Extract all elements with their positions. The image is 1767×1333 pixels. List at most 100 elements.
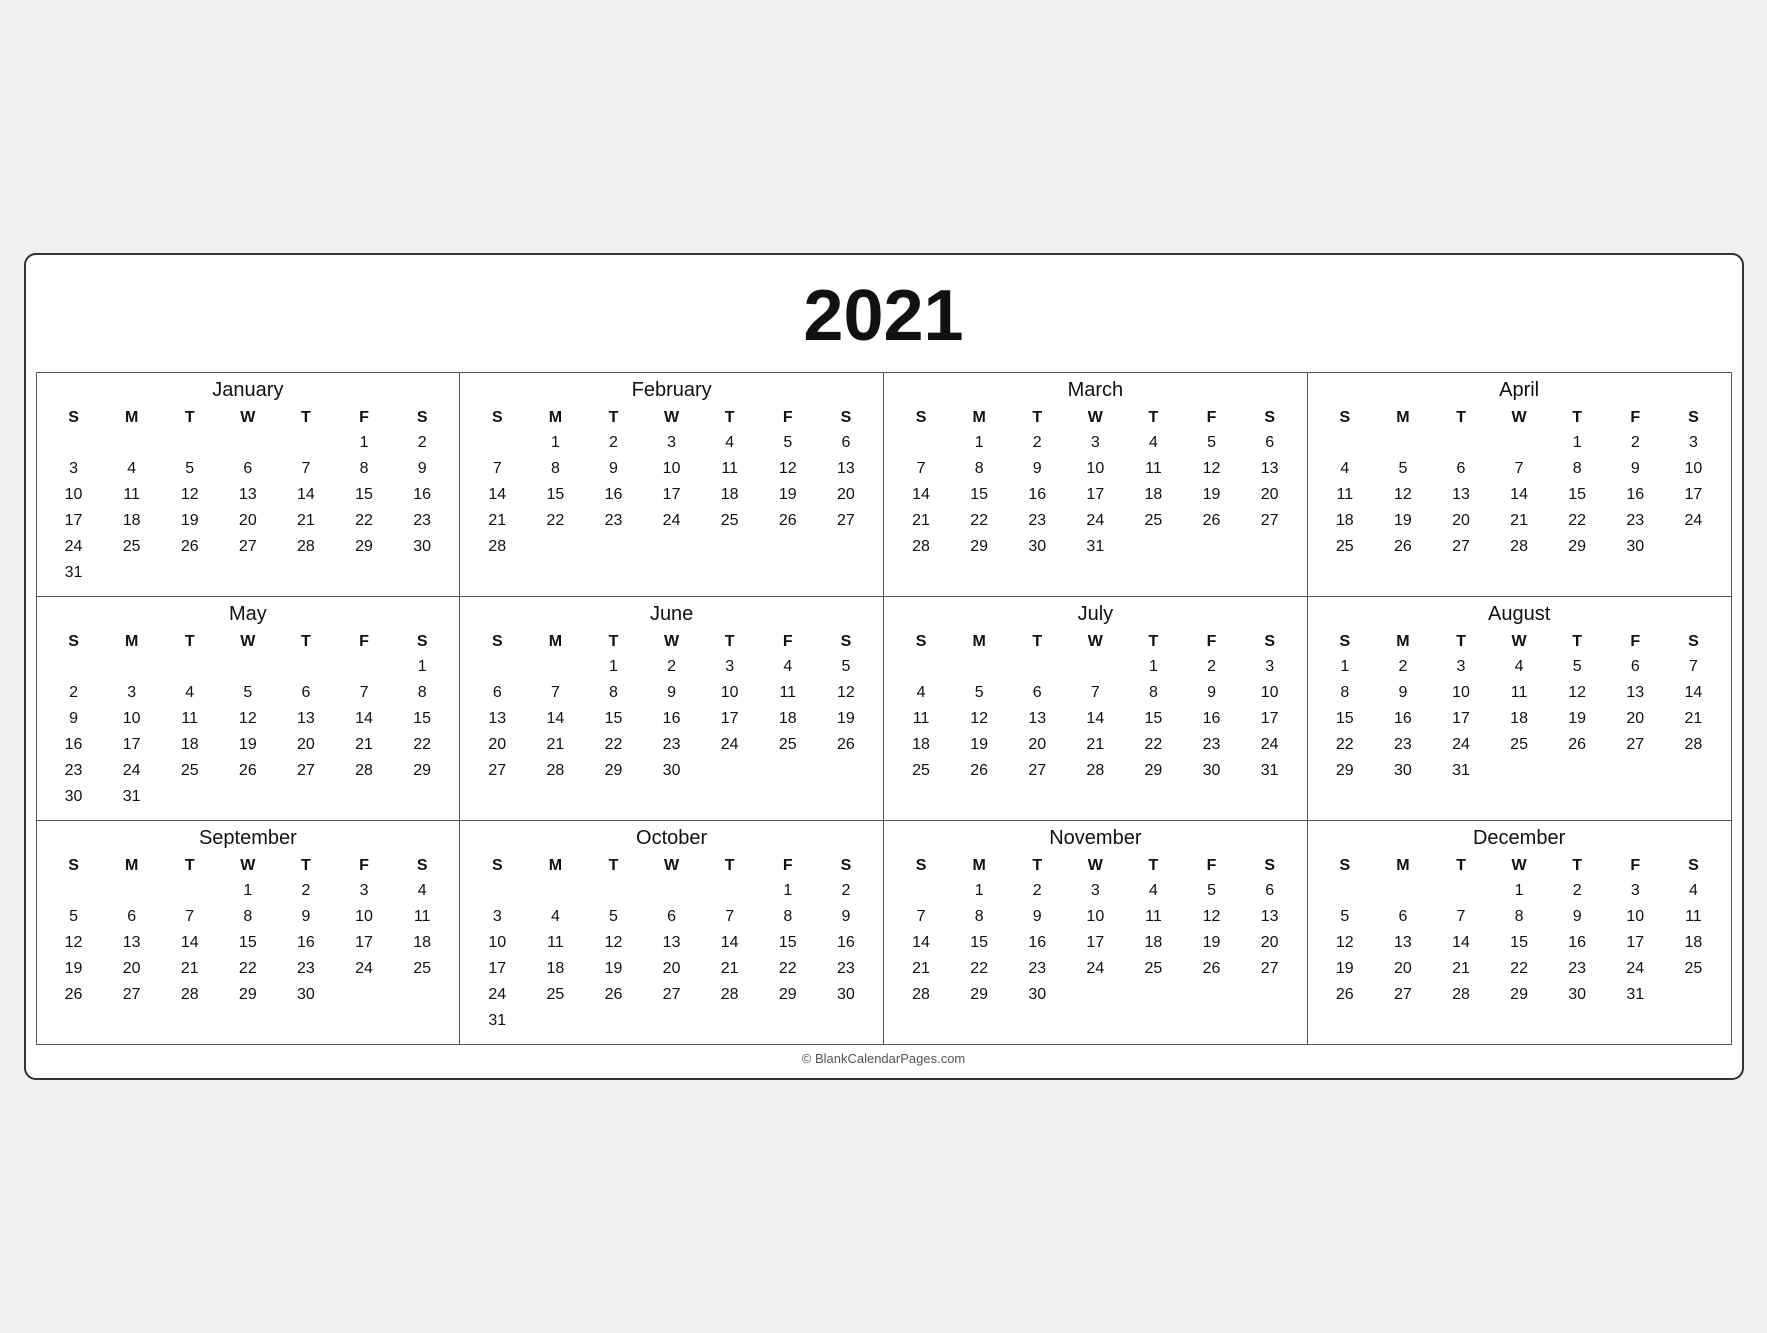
week-row: 14151617181920 xyxy=(468,482,875,508)
week-row: 21222324252627 xyxy=(468,508,875,534)
day-header: T xyxy=(1008,854,1066,878)
week-row: 31 xyxy=(45,560,452,586)
day-cell xyxy=(393,784,451,810)
day-header: W xyxy=(1490,630,1548,654)
day-cell: 20 xyxy=(1606,706,1664,732)
day-cell: 12 xyxy=(817,680,875,706)
day-cell: 2 xyxy=(1374,654,1432,680)
week-row: 12 xyxy=(468,878,875,904)
day-cell: 6 xyxy=(103,904,161,930)
months-grid: JanuarySMTWTFS12345678910111213141516171… xyxy=(36,372,1732,1045)
day-cell: 13 xyxy=(817,456,875,482)
day-cell xyxy=(1606,758,1664,784)
day-cell: 23 xyxy=(45,758,103,784)
day-cell: 25 xyxy=(1316,534,1374,560)
day-header: S xyxy=(1241,406,1299,430)
day-cell xyxy=(701,1008,759,1034)
day-cell: 27 xyxy=(1432,534,1490,560)
day-cell: 15 xyxy=(219,930,277,956)
day-cell: 9 xyxy=(45,706,103,732)
day-cell: 18 xyxy=(1490,706,1548,732)
day-header: M xyxy=(526,630,584,654)
day-cell: 20 xyxy=(468,732,526,758)
day-cell: 13 xyxy=(1241,456,1299,482)
day-cell xyxy=(1664,982,1722,1008)
day-header: S xyxy=(892,406,950,430)
month-name: August xyxy=(1316,603,1723,626)
day-cell: 17 xyxy=(643,482,701,508)
day-header: T xyxy=(1432,406,1490,430)
week-row: 25262728293031 xyxy=(892,758,1299,784)
day-cell: 16 xyxy=(1548,930,1606,956)
day-header: F xyxy=(759,406,817,430)
day-cell xyxy=(1008,654,1066,680)
day-cell: 5 xyxy=(817,654,875,680)
day-cell: 2 xyxy=(1008,430,1066,456)
day-cell xyxy=(45,654,103,680)
day-cell: 11 xyxy=(161,706,219,732)
month-table: SMTWTFS123456789101112131415161718192021… xyxy=(468,406,875,560)
day-cell: 14 xyxy=(701,930,759,956)
day-cell: 4 xyxy=(1124,878,1182,904)
day-cell: 9 xyxy=(1606,456,1664,482)
day-cell: 8 xyxy=(526,456,584,482)
day-cell: 28 xyxy=(526,758,584,784)
day-cell xyxy=(643,534,701,560)
day-cell: 12 xyxy=(1548,680,1606,706)
day-header: S xyxy=(817,630,875,654)
day-cell: 28 xyxy=(1432,982,1490,1008)
day-cell xyxy=(892,878,950,904)
day-cell: 24 xyxy=(1606,956,1664,982)
day-cell: 5 xyxy=(1182,878,1240,904)
day-cell: 9 xyxy=(1548,904,1606,930)
day-cell: 13 xyxy=(1241,904,1299,930)
day-cell: 26 xyxy=(817,732,875,758)
day-cell: 24 xyxy=(1066,508,1124,534)
day-cell xyxy=(468,430,526,456)
day-cell xyxy=(643,878,701,904)
day-cell: 22 xyxy=(1124,732,1182,758)
day-header: S xyxy=(468,630,526,654)
day-header: M xyxy=(950,630,1008,654)
day-cell xyxy=(103,654,161,680)
day-cell xyxy=(817,1008,875,1034)
day-cell xyxy=(1124,982,1182,1008)
day-cell: 28 xyxy=(1664,732,1722,758)
day-cell: 27 xyxy=(468,758,526,784)
day-header: S xyxy=(1316,854,1374,878)
day-header: S xyxy=(892,630,950,654)
day-cell: 30 xyxy=(1008,534,1066,560)
day-cell: 24 xyxy=(1066,956,1124,982)
day-cell: 28 xyxy=(1490,534,1548,560)
day-cell: 28 xyxy=(1066,758,1124,784)
day-cell: 2 xyxy=(277,878,335,904)
day-cell: 8 xyxy=(335,456,393,482)
day-cell: 4 xyxy=(1490,654,1548,680)
day-cell: 6 xyxy=(219,456,277,482)
day-cell: 18 xyxy=(1124,482,1182,508)
week-row: 45678910 xyxy=(1316,456,1723,482)
day-cell xyxy=(335,560,393,586)
day-cell: 31 xyxy=(103,784,161,810)
day-header: M xyxy=(526,406,584,430)
day-cell: 10 xyxy=(335,904,393,930)
day-cell: 23 xyxy=(1548,956,1606,982)
day-cell: 24 xyxy=(45,534,103,560)
day-cell xyxy=(219,654,277,680)
day-header: W xyxy=(1066,630,1124,654)
day-cell: 24 xyxy=(103,758,161,784)
day-cell: 25 xyxy=(526,982,584,1008)
day-cell: 31 xyxy=(1241,758,1299,784)
day-cell: 25 xyxy=(393,956,451,982)
week-row: 123456 xyxy=(468,430,875,456)
day-header: W xyxy=(219,406,277,430)
day-cell: 11 xyxy=(892,706,950,732)
day-header: F xyxy=(1606,854,1664,878)
month-cell-november: NovemberSMTWTFS1234567891011121314151617… xyxy=(884,821,1308,1045)
day-cell xyxy=(161,430,219,456)
day-header: S xyxy=(468,854,526,878)
day-cell: 1 xyxy=(219,878,277,904)
day-cell: 25 xyxy=(892,758,950,784)
month-name: May xyxy=(45,603,452,626)
day-cell: 14 xyxy=(1664,680,1722,706)
